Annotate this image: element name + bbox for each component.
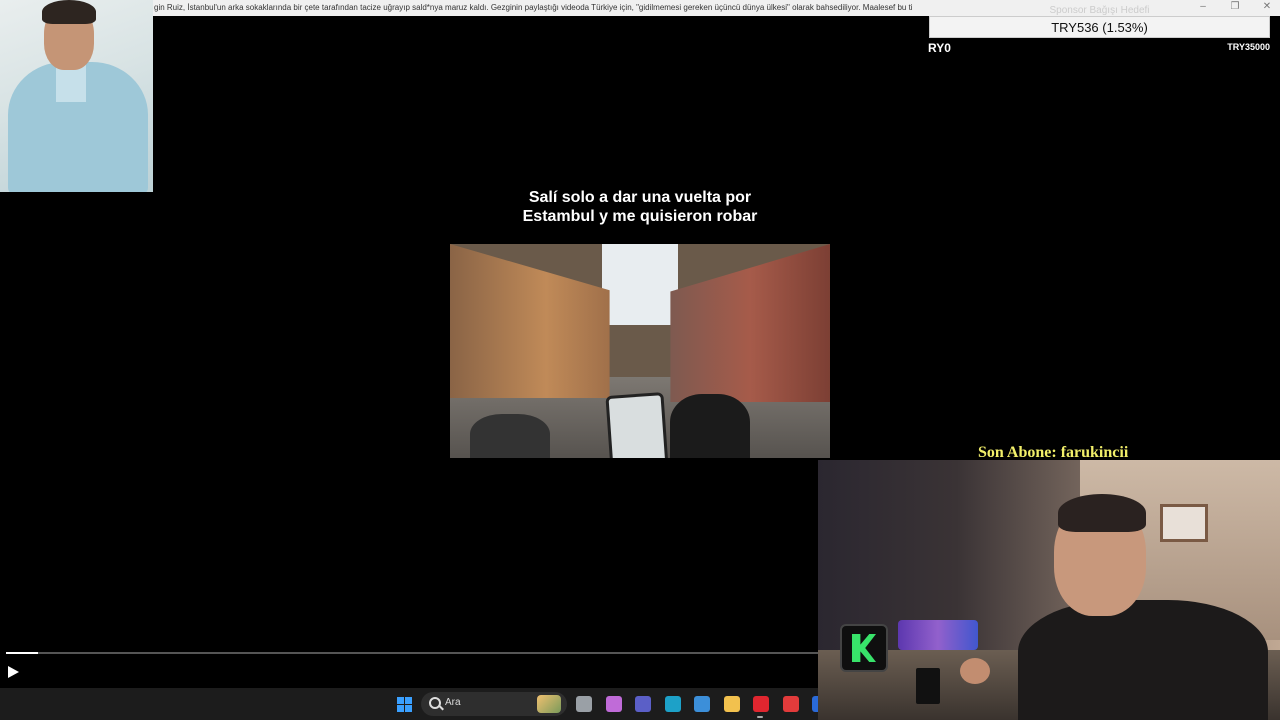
- store-icon[interactable]: [694, 696, 710, 712]
- guest-hair: [42, 0, 96, 24]
- video-handlebar: [670, 394, 750, 458]
- teams-icon[interactable]: [635, 696, 651, 712]
- donation-goal-value: TRY536 (1.53%): [1051, 20, 1148, 35]
- taskbar-search[interactable]: Ara: [421, 692, 567, 716]
- streamer-hair: [1058, 494, 1146, 532]
- active-app-indicator: [757, 716, 763, 718]
- copilot-icon[interactable]: [605, 696, 622, 712]
- file-explorer-icon[interactable]: [723, 696, 740, 712]
- windows-start-icon[interactable]: [397, 697, 412, 712]
- video-progress-fill: [6, 652, 39, 654]
- video-caption-line2: Estambul y me quisieron robar: [522, 208, 758, 225]
- desk-lights: [898, 620, 978, 650]
- wps-icon[interactable]: [782, 696, 799, 712]
- streamer-body: [1018, 600, 1268, 720]
- task-view-icon[interactable]: [576, 696, 592, 712]
- guest-webcam: [0, 0, 153, 192]
- video-phone-mount: [605, 392, 669, 458]
- video-caption: Salí solo a dar una vuelta por Estambul …: [450, 188, 830, 226]
- news-ticker-text: gin Ruiz, İstanbul'un arka sokaklarında …: [154, 3, 913, 12]
- streamer-hand: [960, 658, 990, 684]
- kick-logo-icon: [840, 624, 888, 672]
- edge-icon[interactable]: [664, 696, 681, 712]
- donation-goal-start: RY0: [928, 41, 951, 55]
- video-sky: [602, 244, 678, 326]
- streamer-webcam: [818, 460, 1280, 720]
- donation-goal-bar: Sponsor Bağışı Hedefi TRY536 (1.53%): [929, 5, 1270, 38]
- video-left-buildings: [450, 244, 610, 399]
- video-right-buildings: [670, 244, 830, 403]
- search-placeholder: Ara: [445, 697, 461, 708]
- wall-frame: [1160, 504, 1208, 542]
- opera-icon[interactable]: [753, 696, 769, 712]
- donation-goal-title: Sponsor Bağışı Hedefi: [1049, 5, 1150, 16]
- video-frame[interactable]: [450, 244, 830, 458]
- video-rider-arm: [470, 414, 550, 458]
- cup: [916, 668, 940, 704]
- search-highlight-icon: [537, 695, 561, 713]
- video-progress-bar[interactable]: [6, 652, 818, 654]
- video-caption-line1: Salí solo a dar una vuelta por: [528, 189, 752, 206]
- search-icon: [429, 697, 441, 709]
- play-icon[interactable]: [8, 666, 19, 678]
- donation-goal-target: TRY35000: [1227, 42, 1270, 52]
